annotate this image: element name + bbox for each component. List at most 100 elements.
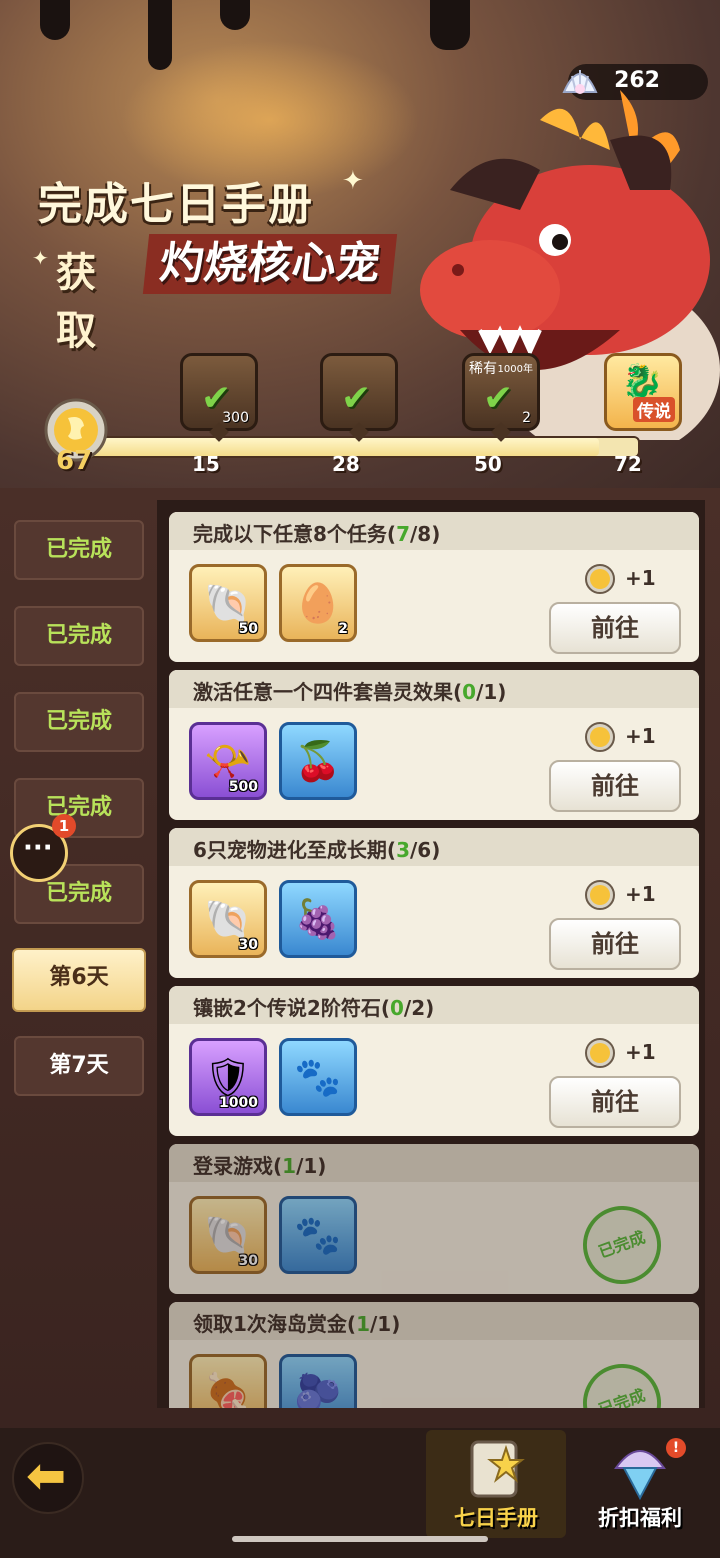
reward-item[interactable]: 🐾 [279,1196,357,1274]
reward-item[interactable]: 🍇 [279,880,357,958]
reward-item[interactable]: 🐾 [279,1038,357,1116]
task-total: /2) [403,996,435,1020]
reward-item[interactable]: 🍒 [279,722,357,800]
reward-item[interactable]: 🫐 [279,1354,357,1408]
item-quantity: 500 [228,779,258,795]
handbook-icon [470,1440,525,1498]
task-title-text: 完成以下任意8个任务( [193,522,397,546]
task-title-text: 6只宠物进化至成长期( [193,838,397,862]
task-progress: 1 [356,1312,370,1336]
milestone-tag: 稀有 [469,361,497,377]
task-total: /1) [296,1154,327,1178]
task-total: /1) [476,680,507,704]
task-card: 完成以下任意8个任务(7/8) 🐚 50 🥚 2 +1 前往 [169,512,699,662]
dragon-pet-icon: 🐉 [621,362,664,402]
task-title: 领取1次海岛赏金(1/1) [193,1308,400,1337]
task-title: 登录游戏(1/1) [193,1150,326,1179]
milestone-reward-2[interactable]: ✔ [320,353,398,431]
task-header: 领取1次海岛赏金(1/1) [169,1302,699,1340]
nav-tab-handbook[interactable]: 七日手册 [426,1430,566,1538]
sparkle-icon: ✦ [342,166,364,196]
handbook-coin-icon [585,1038,615,1068]
task-progress: 0 [462,680,477,704]
banner-title-prefix: 获取 [56,250,96,354]
milestone-reward-1[interactable]: ✔ 300 [180,353,258,431]
check-icon: ✔ [341,378,372,419]
item-quantity: 50 [238,621,258,637]
discount-badge: ! [666,1438,686,1458]
task-progress: 0 [389,996,404,1020]
current-progress-value: 67 [56,446,93,476]
drip-decor [40,0,70,40]
task-progress: 1 [282,1154,297,1178]
task-title: 完成以下任意8个任务(7/8) [193,518,440,547]
grape-icon: 🍇 [294,897,342,941]
task-card: 领取1次海岛赏金(1/1) 🍖 🫐 已完成 [169,1302,699,1408]
go-button[interactable]: 前往 [549,602,681,654]
task-title-text: 镶嵌2个传说2阶符石( [193,996,390,1020]
milestone-reward-3[interactable]: 稀有 1000年 ✔ 2 [462,353,540,431]
reward-points: +1 [625,566,656,590]
milestone-legend-tag: 传说 [633,397,675,422]
reward-item[interactable]: 📯 500 [189,722,267,800]
day-tab-1[interactable]: 已完成 [14,520,144,580]
sparkle-icon: ✦ [32,246,49,270]
task-list[interactable]: 完成以下任意8个任务(7/8) 🐚 50 🥚 2 +1 前往 激活任意一个四件套兽灵效果(0/… [157,500,705,1408]
task-title: 镶嵌2个传说2阶符石(0/2) [193,992,434,1021]
milestone-value: 50 [474,452,502,476]
check-icon: ✔ [483,378,514,419]
item-quantity: 30 [238,1253,258,1269]
milestone-reward-4[interactable]: 🐉 传说 [604,353,682,431]
task-card: 激活任意一个四件套兽灵效果(0/1) 📯 500 🍒 +1 前往 [169,670,699,820]
day-tab-2[interactable]: 已完成 [14,606,144,666]
meat-icon: 🍖 [204,1371,252,1408]
task-title: 激活任意一个四件套兽灵效果(0/1) [193,676,506,705]
handbook-coin-icon [585,722,615,752]
task-progress: 7 [396,522,410,546]
task-card: 登录游戏(1/1) 🐚 30 🐾 已完成 [169,1144,699,1295]
completed-stamp: 已完成 [572,1353,672,1408]
go-button[interactable]: 前往 [549,918,681,970]
task-total: /1) [369,1312,401,1336]
reward-item[interactable]: 🍖 [189,1354,267,1408]
milestone-count: 2 [522,410,531,426]
task-title: 6只宠物进化至成长期(3/6) [193,834,440,863]
milestone-value: 15 [192,452,220,476]
banner-title-line1: 完成七日手册 [38,179,314,230]
task-card: 6只宠物进化至成长期(3/6) 🐚 30 🍇 +1 前往 [169,828,699,978]
reward-item[interactable]: 🐚 30 [189,880,267,958]
task-header: 登录游戏(1/1) [169,1144,699,1182]
day-tab-6[interactable]: 第6天 [12,948,146,1012]
item-quantity: 1000 [219,1095,258,1111]
task-title-text: 激活任意一个四件套兽灵效果( [193,680,463,704]
day-tab-7[interactable]: 第7天 [14,1036,144,1096]
paw-stone-icon: 🐾 [294,1213,342,1257]
task-header: 镶嵌2个传说2阶符石(0/2) [169,986,699,1024]
milestone-tag-age: 1000年 [497,364,533,375]
item-quantity: 30 [238,937,258,953]
blue-fruit-icon: 🫐 [294,1371,342,1408]
item-quantity: 2 [338,621,348,637]
milestone-count: 300 [222,410,249,426]
nav-label-handbook: 七日手册 [454,1506,538,1530]
task-card: 镶嵌2个传说2阶符石(0/2) 🛡 1000 🐾 +1 前往 [169,986,699,1136]
task-total: /8) [409,522,441,546]
back-button[interactable]: ⬅ [12,1442,84,1514]
back-arrow-icon: ⬅ [26,1448,67,1504]
go-button[interactable]: 前往 [549,760,681,812]
reward-item[interactable]: 🛡 1000 [189,1038,267,1116]
completed-stamp: 已完成 [572,1195,672,1295]
reward-points: +1 [625,882,656,906]
reward-item[interactable]: 🥚 2 [279,564,357,642]
reward-points: +1 [625,724,656,748]
drip-decor [430,0,470,50]
reward-item[interactable]: 🐚 50 [189,564,267,642]
go-button[interactable]: 前往 [549,1076,681,1128]
nav-tab-discount[interactable]: ! 折扣福利 [570,1430,710,1538]
milestone-value: 72 [614,452,642,476]
red-fruit-icon: 🍒 [294,739,342,783]
day-tab-3[interactable]: 已完成 [14,692,144,752]
banner: 262 完成七日手册 ✦ ✦ 获取 灼烧核心宠 67 ✔ 300 15 ✔ 28 稀有 10… [0,0,720,500]
reward-item[interactable]: 🐚 30 [189,1196,267,1274]
milestone-value: 28 [332,452,360,476]
